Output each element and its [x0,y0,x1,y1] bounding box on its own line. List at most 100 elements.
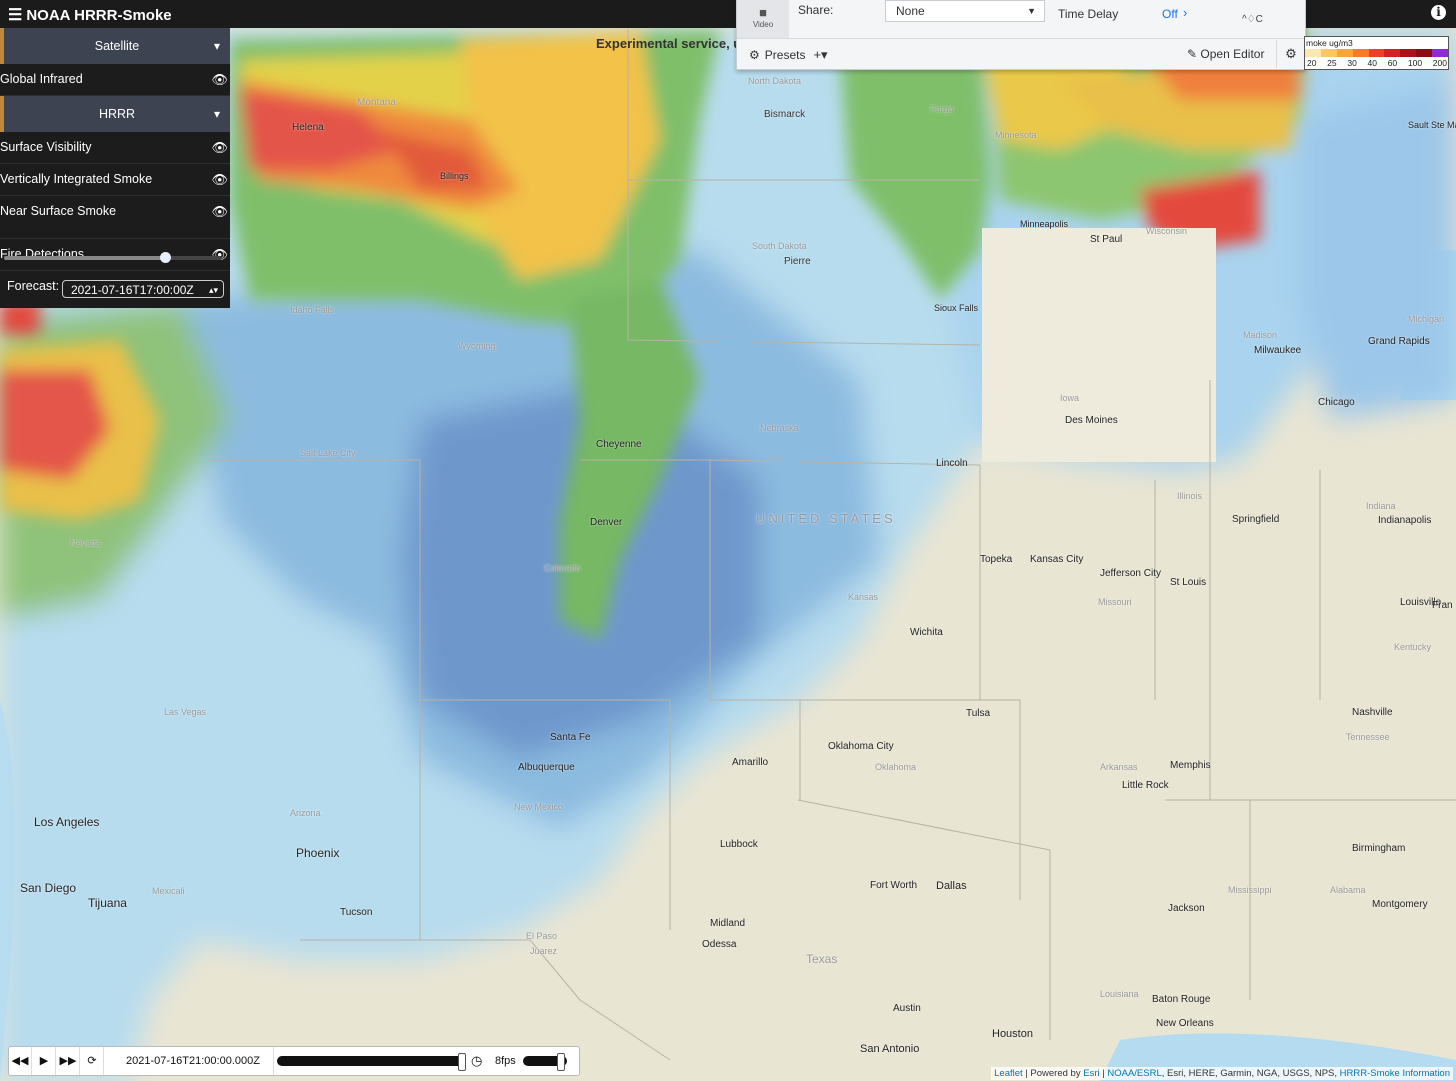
app-title-area: ☰ NOAA HRRR-Smoke [8,5,172,25]
map-label: Wisconsin [1146,226,1188,236]
map-label: Wyoming [458,341,496,351]
map-label: Phoenix [296,846,340,860]
map-label: Indiana [1366,501,1396,511]
map-label: Montgomery [1372,899,1428,910]
chevron-right-icon[interactable]: › [1183,5,1187,20]
experimental-banner: Experimental service, u [596,36,742,51]
legend-swatch [1432,49,1449,57]
layer-surface-visibility[interactable]: Surface Visibility 👁 [0,132,230,164]
open-editor-button[interactable]: ✎ Open Editor [1187,47,1264,61]
attribution: Leaflet | Powered by Esri | NOAA/ESRL, E… [991,1067,1453,1080]
eye-hidden-icon[interactable]: 👁 [211,239,228,270]
speed-slider-knob[interactable] [557,1053,565,1071]
map-label: Midland [710,918,746,929]
satellite-group-header[interactable]: Satellite ▾ [0,28,230,64]
map-label: Louisiana [1100,989,1139,999]
settings-gear-icon[interactable]: ⚙ [1276,40,1305,68]
hamburger-menu-icon[interactable]: ☰ [8,5,22,25]
info-icon[interactable]: i [1431,5,1446,20]
esri-link[interactable]: Esri [1083,1068,1099,1079]
map-label: Lubbock [720,839,758,850]
speed-slider[interactable] [523,1053,567,1071]
legend-tick: 30 [1347,58,1357,68]
map-label: South Dakota [752,241,807,251]
eye-hidden-icon[interactable]: 👁 [211,64,228,95]
map-label: Springfield [1232,514,1280,525]
leaflet-link[interactable]: Leaflet [994,1068,1023,1079]
presets-button[interactable]: ⚙ Presets +▾ [749,47,828,63]
share-panel: ■ Video Share: None ▼ Time Delay Off › ^… [736,0,1306,70]
open-editor-label: Open Editor [1200,47,1265,61]
fps-value: 8fps [495,1055,516,1067]
layer-fire-detections[interactable]: Fire Detections 👁 [0,239,230,271]
legend-swatch [1416,49,1433,57]
map-label: Wichita [910,627,943,638]
layer-near-surface-smoke[interactable]: Near Surface Smoke 👁 [0,196,230,239]
video-button[interactable]: ■ Video [737,0,789,38]
legend-tick: 25 [1327,58,1337,68]
map-label: Topeka [980,554,1013,565]
layer-label: Global Infrared [0,72,83,86]
caret-down-icon: ▼ [1027,6,1036,16]
map-label: Chicago [1318,397,1355,408]
map-label: Mexicali [152,886,185,896]
map-label: El Paso [526,931,558,941]
map-label: Des Moines [1065,415,1118,426]
map-label: Tulsa [966,708,991,719]
time-slider[interactable] [277,1053,466,1071]
legend-swatch [1384,49,1401,57]
opacity-slider-fill [4,256,166,260]
noaa-link[interactable]: NOAA/ESRL [1107,1068,1161,1079]
map-label: Pierre [784,256,811,267]
map-label: Memphis [1170,760,1211,771]
legend-swatch [1336,49,1353,57]
edit-icon: ✎ [1187,47,1198,61]
map-label: Jackson [1168,903,1205,914]
chevron-down-icon: ▾ [213,39,220,53]
legend-tick: 40 [1367,58,1377,68]
hrrr-info-link[interactable]: HRRR-Smoke Information [1340,1068,1450,1079]
eye-hidden-icon[interactable]: 👁 [211,164,228,195]
rewind-button[interactable]: ◀◀ [9,1047,32,1075]
map-label: Tennessee [1346,732,1390,742]
map-label: Amarillo [732,757,769,768]
share-select[interactable]: None ▼ [885,0,1045,22]
play-button[interactable]: ▶ [33,1047,56,1075]
map-label: Salt Lake City [300,448,356,458]
layer-global-infrared[interactable]: Global Infrared 👁 [0,64,230,96]
map-label: New Mexico [514,802,564,812]
map-label: Albuquerque [518,762,575,773]
panel-symbol: ^♢C [1242,14,1263,25]
powered-by-text: | Powered by [1022,1068,1084,1079]
fast-forward-button[interactable]: ▶▶ [57,1047,80,1075]
add-preset-icon[interactable]: +▾ [813,47,827,62]
map-label: Tijuana [88,896,127,910]
forecast-select[interactable]: 2021-07-16T17:00:00Z ▴▾ [62,280,224,298]
map-label: Grand Rapids [1368,336,1430,347]
map-label: Nebraska [760,423,799,433]
legend-tick: 100 [1407,58,1423,68]
time-delay-value[interactable]: Off [1162,7,1178,21]
legend-title: moke ug/m3 [1306,38,1353,48]
time-slider-knob[interactable] [458,1053,466,1071]
map-label: Juarez [530,946,558,956]
map-label: Kansas City [1030,554,1084,565]
map-label: Illinois [1177,491,1203,501]
smoke-legend: moke ug/m3 20 25 30 40 60 100 200 [1304,36,1449,70]
legend-swatch [1400,49,1417,57]
map-label: Missouri [1098,597,1132,607]
app-title: NOAA HRRR-Smoke [26,7,172,24]
loop-icon[interactable]: ⟳ [81,1047,104,1075]
eye-visible-icon[interactable]: 👁 [211,196,228,227]
hrrr-group-header[interactable]: HRRR ▾ [0,96,230,132]
map-label: Arkansas [1100,762,1138,772]
layer-sidebar: Satellite ▾ Global Infrared 👁 HRRR ▾ Sur… [0,28,230,308]
layer-vertically-integrated-smoke[interactable]: Vertically Integrated Smoke 👁 [0,164,230,196]
legend-swatch [1352,49,1369,57]
eye-hidden-icon[interactable]: 👁 [211,132,228,163]
layer-label: Vertically Integrated Smoke [0,172,153,186]
video-camera-icon: ■ [759,5,767,20]
map-label: Texas [806,952,838,966]
opacity-slider[interactable] [4,252,222,263]
map-label: Fargo [930,104,954,114]
